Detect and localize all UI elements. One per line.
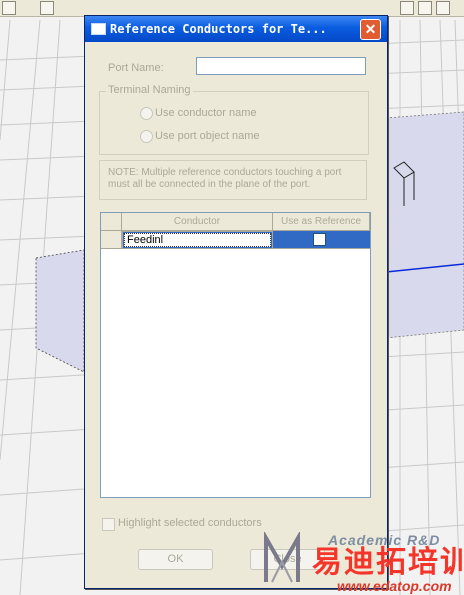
use-port-object-name-radio[interactable] (140, 130, 153, 143)
port-name-label: Port Name: (108, 62, 164, 74)
toolbar-button[interactable] (2, 1, 16, 15)
close-icon[interactable]: ✕ (360, 19, 381, 40)
row-selector[interactable] (101, 231, 122, 249)
reference-conductors-dialog: Reference Conductors for Te... ✕ Port Na… (84, 15, 388, 589)
window-icon (91, 23, 106, 35)
note-text: NOTE: Multiple reference conductors touc… (99, 160, 367, 200)
table-row-conductor-cell[interactable]: Feedinl (122, 231, 273, 249)
use-conductor-name-radio[interactable] (140, 107, 153, 120)
highlight-selected-checkbox[interactable] (102, 518, 115, 531)
watermark: Academic R&D 易迪拓培训 www.edatop.com (262, 528, 464, 595)
grid-corner-header (101, 213, 122, 231)
use-port-object-name-label: Use port object name (155, 130, 260, 142)
toolbar-button[interactable] (40, 1, 54, 15)
highlight-selected-label: Highlight selected conductors (118, 517, 262, 529)
watermark-line2: 易迪拓培训 (312, 546, 464, 579)
conductor-column-header[interactable]: Conductor (122, 213, 273, 231)
toolbar-button[interactable] (418, 1, 432, 15)
toolbar-button[interactable] (400, 1, 414, 15)
table-row-reference-cell[interactable] (273, 231, 370, 249)
terminal-naming-group: Terminal Naming Use conductor name Use p… (99, 84, 369, 155)
use-as-reference-checkbox[interactable] (313, 233, 326, 246)
watermark-line3: www.edatop.com (337, 578, 452, 594)
conductor-grid[interactable]: Conductor Use as Reference Feedinl (100, 212, 371, 498)
watermark-logo-icon (264, 532, 300, 583)
toolbar-button[interactable] (436, 1, 450, 15)
use-as-reference-column-header[interactable]: Use as Reference (273, 213, 370, 231)
dialog-title: Reference Conductors for Te... (110, 22, 327, 36)
title-bar[interactable]: Reference Conductors for Te... ✕ (85, 16, 387, 42)
terminal-naming-title: Terminal Naming (106, 84, 193, 96)
use-conductor-name-label: Use conductor name (155, 107, 257, 119)
conductor-name: Feedinl (124, 233, 271, 247)
ok-button[interactable]: OK (138, 549, 213, 570)
port-name-input[interactable] (196, 57, 366, 75)
